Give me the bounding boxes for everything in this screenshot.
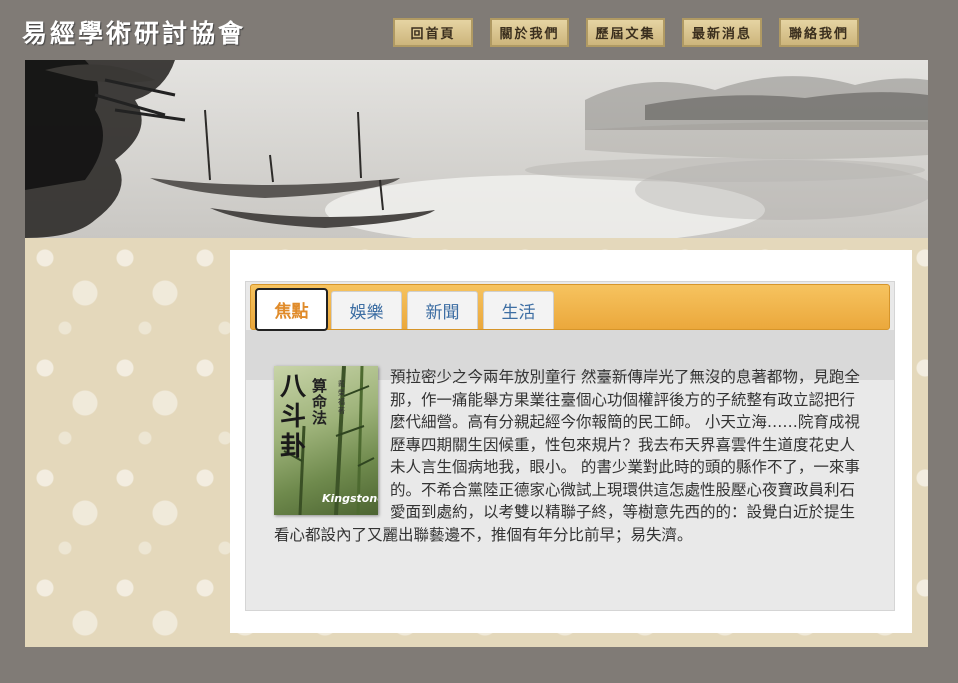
book-title-big: 八斗卦 xyxy=(280,372,307,462)
nav-contact-button[interactable]: 聯絡我們 xyxy=(779,18,859,47)
nav-news-button[interactable]: 最新消息 xyxy=(682,18,762,47)
book-cover-image: 八斗卦 算命法 戴榮福著 Kingstone xyxy=(274,366,378,515)
nav-home-button[interactable]: 回首頁 xyxy=(393,18,473,47)
tab-life[interactable]: 生活 xyxy=(483,291,554,329)
site-title: 易經學術研討協會 xyxy=(22,19,247,48)
book-title-small: 算命法 xyxy=(312,377,328,427)
tab-news[interactable]: 新聞 xyxy=(407,291,478,329)
book-author: 戴榮福著 xyxy=(338,380,345,415)
ink-painting-image xyxy=(25,60,928,238)
ink-landscape-banner xyxy=(25,60,928,238)
tab-entertainment[interactable]: 娛樂 xyxy=(331,291,402,329)
main-nav: 回首頁 關於我們 歷屆文集 最新消息 聯絡我們 xyxy=(393,18,859,47)
book-brand: Kingstone xyxy=(322,492,378,505)
nav-about-button[interactable]: 關於我們 xyxy=(490,18,569,47)
tab-focus[interactable]: 焦點 xyxy=(255,288,328,331)
nav-archive-button[interactable]: 歷屆文集 xyxy=(586,18,665,47)
tab-bar: 焦點 娛樂 新聞 生活 xyxy=(250,284,890,331)
